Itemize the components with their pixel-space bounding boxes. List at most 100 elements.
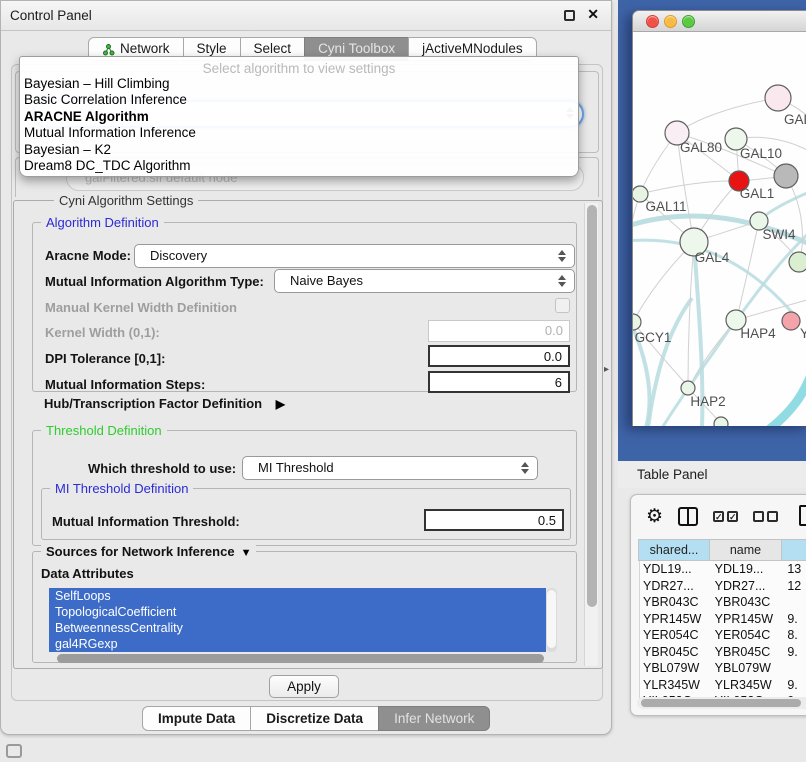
node-label: Y (800, 326, 806, 341)
table-cell: YBR045C (712, 644, 785, 661)
network-node[interactable] (774, 164, 798, 188)
mi-threshold-label: Mutual Information Threshold: (52, 514, 240, 529)
table-row[interactable]: YBL079WYBL079W (640, 660, 806, 677)
table-scrollbar-thumb[interactable] (641, 699, 801, 707)
dropdown-options: Bayesian – Hill ClimbingBasic Correlatio… (20, 76, 578, 174)
table-cell: YPR145W (712, 611, 785, 628)
close-traffic-light[interactable] (646, 15, 659, 28)
kernel-width-field[interactable]: 0.0 (428, 320, 570, 342)
network-canvas[interactable]: GALGAL80GAL10GAL1GAL11GAL4SWI4GCY1HAP4YH… (633, 32, 806, 426)
node-label: SWI4 (762, 227, 795, 242)
dpi-tolerance-field[interactable]: 0.0 (428, 345, 570, 367)
network-edge[interactable] (640, 181, 739, 194)
network-view-window: GALGAL80GAL10GAL1GAL11GAL4SWI4GCY1HAP4YH… (632, 10, 806, 426)
algorithm-option-bayesian-hill-climbing[interactable]: Bayesian – Hill Climbing (20, 76, 578, 92)
panel-splitter-arrow[interactable]: ▸ (604, 364, 609, 375)
float-icon[interactable] (564, 10, 575, 21)
tab-impute-data[interactable]: Impute Data (142, 706, 251, 731)
aracne-mode-select[interactable]: Discovery (134, 244, 575, 268)
cyni-algorithm-settings-group: Cyni Algorithm Settings Algorithm Defini… (13, 200, 603, 669)
aracne-mode-label: Aracne Mode: (45, 248, 131, 263)
table-row[interactable]: YDL19...YDL19...13 (640, 561, 806, 578)
network-node[interactable] (789, 252, 806, 272)
deselect-all-icon[interactable] (753, 511, 778, 522)
table-cell: YBR043C (640, 594, 712, 611)
settings-scrollbar[interactable] (584, 203, 598, 666)
table-cell: 13 (784, 561, 806, 578)
table-cell: YDR27... (712, 578, 785, 595)
mi-type-label: Mutual Information Algorithm Type: (45, 274, 264, 289)
spinner-arrows-icon (521, 461, 528, 475)
table-row[interactable]: YDR27...YDR27...12 (640, 578, 806, 595)
dropdown-placeholder: Select algorithm to view settings (20, 57, 578, 76)
network-node-hap2[interactable] (681, 381, 695, 395)
node-label: GAL10 (740, 146, 782, 161)
algorithm-option-basic-correlation-inference[interactable]: Basic Correlation Inference (20, 92, 578, 108)
manual-kernel-checkbox[interactable] (555, 298, 570, 313)
tab-discretize-data[interactable]: Discretize Data (250, 706, 379, 731)
attribute-item-gal4rgexp[interactable]: gal4RGexp (49, 636, 546, 652)
table-horizontal-scrollbar[interactable] (637, 697, 806, 709)
network-edge[interactable] (648, 298, 692, 426)
table-row[interactable]: YBR045CYBR045C9. (640, 644, 806, 661)
which-threshold-select[interactable]: MI Threshold (242, 456, 538, 480)
zoom-traffic-light[interactable] (682, 15, 695, 28)
close-icon[interactable]: ✕ (587, 6, 599, 23)
network-node-gal[interactable] (765, 85, 791, 111)
table-cell: YDL19... (640, 561, 712, 578)
attribute-item-selfloops[interactable]: SelfLoops (49, 588, 546, 604)
data-attributes-label: Data Attributes (41, 566, 134, 581)
network-node[interactable] (714, 417, 728, 426)
column-header-2[interactable] (781, 539, 806, 561)
column-header-name[interactable]: name (709, 539, 782, 561)
data-attributes-list[interactable]: SelfLoopsTopologicalCoefficientBetweenne… (49, 588, 546, 652)
mi-steps-field[interactable]: 6 (428, 371, 570, 393)
attribute-item-betweennesscentrality[interactable]: BetweennessCentrality (49, 620, 546, 636)
panel-title: Control Panel (10, 8, 92, 23)
attributes-scrollbar-thumb[interactable] (547, 590, 556, 648)
settings-group-title: Cyni Algorithm Settings (54, 193, 198, 208)
mi-threshold-field[interactable]: 0.5 (424, 509, 564, 531)
network-edge[interactable] (677, 98, 778, 133)
table-cell: YDR27... (640, 578, 712, 595)
mi-type-value: Naive Bayes (290, 273, 363, 288)
network-edge[interactable] (633, 194, 640, 320)
control-panel-window: Control Panel ✕ Inference Algorithm galF… (0, 0, 612, 735)
attributes-scrollbar[interactable] (546, 588, 557, 652)
sources-title[interactable]: Sources for Network Inference▼ (41, 544, 256, 559)
apply-button[interactable]: Apply (269, 675, 339, 698)
table-icon[interactable] (799, 505, 806, 526)
kernel-width-label: Kernel Width (0,1): (45, 325, 160, 340)
network-node-y[interactable] (782, 312, 800, 330)
algorithm-option-aracne-algorithm[interactable]: ARACNE Algorithm (20, 109, 578, 125)
sources-horizontal-scrollbar[interactable] (57, 654, 544, 663)
algorithm-option-bayesian-k2[interactable]: Bayesian – K2 (20, 142, 578, 158)
column-header-shared[interactable]: shared... (638, 539, 710, 561)
select-all-icon[interactable]: ✓✓ (713, 511, 738, 522)
mi-threshold-definition-title: MI Threshold Definition (50, 481, 193, 496)
table-row[interactable]: YBR043CYBR043C (640, 594, 806, 611)
which-threshold-label: Which threshold to use: (88, 461, 236, 476)
algorithm-option-mutual-information-inference[interactable]: Mutual Information Inference (20, 125, 578, 141)
spinner-arrows-icon (558, 249, 565, 263)
attribute-item-topologicalcoefficient[interactable]: TopologicalCoefficient (49, 604, 546, 620)
gear-icon[interactable]: ⚙ (646, 507, 663, 526)
hub-factor-section[interactable]: Hub/Transcription Factor Definition ▶ (44, 396, 285, 411)
split-columns-icon[interactable] (678, 507, 698, 526)
network-edge[interactable] (766, 372, 806, 426)
network-node-gcy1[interactable] (633, 314, 641, 330)
network-edge[interactable] (688, 242, 694, 388)
network-edge[interactable] (662, 322, 734, 426)
table-row[interactable]: YLR345WYLR345W9. (640, 677, 806, 694)
algorithm-option-dream8-dc-tdc-algorithm[interactable]: Dream8 DC_TDC Algorithm (20, 158, 578, 174)
mi-type-select[interactable]: Naive Bayes (274, 269, 575, 293)
tab-infer-network[interactable]: Infer Network (378, 706, 490, 731)
minimize-traffic-light[interactable] (664, 15, 677, 28)
threshold-definition-group: Threshold Definition Which threshold to … (32, 430, 577, 546)
table-row[interactable]: YER054CYER054C8. (640, 627, 806, 644)
mi-steps-label: Mutual Information Steps: (45, 377, 205, 392)
node-label: GCY1 (635, 330, 672, 345)
float-panel-icon[interactable] (6, 744, 22, 758)
settings-scrollbar-thumb[interactable] (587, 205, 597, 607)
table-row[interactable]: YPR145WYPR145W9. (640, 611, 806, 628)
